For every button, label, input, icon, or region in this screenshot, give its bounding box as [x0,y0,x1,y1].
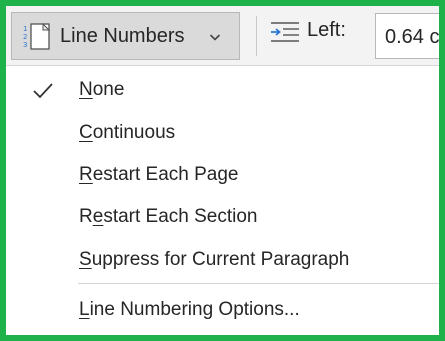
checkmark-icon [33,83,53,99]
access-key: e [92,206,104,227]
menu-item-continuous[interactable]: Continuous [6,116,439,152]
svg-text:2: 2 [23,33,27,41]
menu-item-label: None [79,79,125,100]
menu-separator [78,283,439,284]
svg-text:3: 3 [23,41,27,49]
ribbon-toolbar: 1 2 3 Line Numbers Left: 0.64 c [6,6,439,66]
menu-item-label: Restart Each Page [79,164,239,185]
line-numbers-menu: None Continuous Restart Each Page Restar… [6,67,439,335]
access-key: C [79,122,93,143]
menu-item-line-numbering-options[interactable]: Line Numbering Options... [6,293,439,329]
access-key: S [79,249,92,270]
svg-text:1: 1 [23,25,27,33]
access-key: N [79,79,93,100]
line-numbers-icon: 1 2 3 [23,23,51,50]
ribbon-separator [256,16,257,56]
menu-item-label: Continuous [79,122,176,143]
menu-item-label: Line Numbering Options... [79,299,300,320]
menu-item-restart-each-section[interactable]: Restart Each Section [6,200,439,236]
line-numbers-label: Line Numbers [60,25,185,47]
access-key: R [79,164,93,185]
chevron-down-icon [209,34,221,41]
indent-left-icon [271,22,299,42]
menu-item-label: Restart Each Section [79,206,258,227]
access-key: L [79,299,90,320]
menu-item-suppress-current-paragraph[interactable]: Suppress for Current Paragraph [6,243,439,279]
menu-item-restart-each-page[interactable]: Restart Each Page [6,158,439,194]
indent-left-label: Left: [307,19,346,41]
indent-left-input[interactable]: 0.64 c [375,13,439,59]
screenshot-frame: 1 2 3 Line Numbers Left: 0.64 c None Con… [0,0,445,341]
line-numbers-button[interactable]: 1 2 3 Line Numbers [11,12,240,60]
menu-item-none[interactable]: None [6,73,439,109]
menu-item-label: Suppress for Current Paragraph [79,249,350,270]
